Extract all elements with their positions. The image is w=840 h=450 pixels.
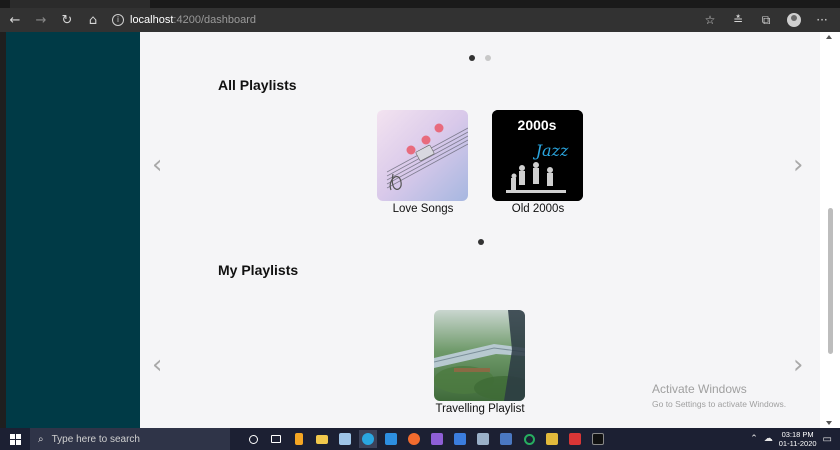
screen: ← → ↻ ⌂ i localhost:4200/dashboard ☆ ≛ ⧉… — [0, 0, 840, 450]
dashboard-content: All Playlists ‹ › Love Songs 2000s Jazz … — [140, 32, 820, 428]
watermark-subtitle: Go to Settings to activate Windows. — [652, 399, 787, 409]
url-path: :4200/dashboard — [173, 14, 256, 26]
chrome-ring-icon[interactable] — [520, 430, 538, 448]
travelling-playlist-cover — [434, 310, 525, 401]
start-button[interactable] — [0, 428, 30, 450]
taskbar-apps — [244, 428, 607, 450]
edge-browser-icon[interactable] — [359, 430, 377, 448]
carousel-indicators-middle — [478, 239, 484, 245]
address-bar[interactable]: i localhost:4200/dashboard — [112, 10, 256, 30]
clock-date: 01-11-2020 — [778, 439, 817, 448]
back-arrow-icon[interactable]: ← — [4, 9, 26, 31]
scroll-down-icon[interactable] — [826, 421, 832, 425]
scrollbar-thumb[interactable] — [828, 208, 833, 354]
scroll-up-icon[interactable] — [826, 35, 832, 39]
terminal-icon[interactable] — [589, 430, 607, 448]
tray-expand-icon[interactable]: ⌃ — [750, 434, 758, 444]
visual-studio-icon[interactable] — [428, 430, 446, 448]
carousel-next-icon[interactable]: › — [793, 352, 803, 378]
azure-data-studio-icon[interactable] — [451, 430, 469, 448]
carousel-indicators-top — [469, 55, 491, 61]
taskbar-search[interactable]: ⌕ Type here to search — [30, 428, 230, 450]
my-playlists-title: My Playlists — [218, 262, 299, 278]
pdf-reader-icon[interactable] — [566, 430, 584, 448]
carousel-dot-active[interactable] — [469, 55, 475, 61]
clock-time: 03:18 PM — [781, 430, 814, 439]
taskbar-search-placeholder: Type here to search — [51, 433, 140, 445]
sidebar — [6, 32, 140, 428]
carousel-prev-icon[interactable]: ‹ — [152, 352, 162, 378]
cortana-icon[interactable] — [244, 430, 262, 448]
taskbar-clock[interactable]: 03:18 PM 01-11-2020 — [779, 430, 817, 448]
browser-toolbar: ← → ↻ ⌂ i localhost:4200/dashboard ☆ ≛ ⧉… — [0, 8, 840, 32]
browser-toolbar-right: ☆ ≛ ⧉ ··· — [698, 8, 834, 32]
old-2000s-cover: 2000s Jazz — [492, 110, 583, 201]
search-icon: ⌕ — [38, 433, 44, 445]
favorites-list-icon[interactable]: ≛ — [726, 9, 750, 31]
profile-avatar[interactable] — [782, 9, 806, 31]
watermark-title: Activate Windows — [652, 382, 747, 396]
cover-year-text: 2000s — [518, 117, 557, 133]
playlist-card-travelling[interactable]: Travelling Playlist — [434, 310, 526, 415]
notifications-icon[interactable]: ▭ — [823, 434, 832, 445]
notepad-plus-icon[interactable] — [336, 430, 354, 448]
browser-tab[interactable] — [10, 0, 150, 8]
url-host: localhost — [130, 14, 174, 26]
home-icon[interactable]: ⌂ — [82, 9, 104, 31]
love-songs-cover — [377, 110, 468, 201]
windows-taskbar: ⌕ Type here to search ⌃ ☁ 03:18 PM 01-11… — [0, 428, 840, 450]
playlist-label: Travelling Playlist — [435, 403, 525, 415]
carousel-prev-icon[interactable]: ‹ — [152, 152, 162, 178]
word-app-icon[interactable] — [497, 430, 515, 448]
playlist-label: Old 2000s — [511, 203, 565, 215]
snipping-tool-icon[interactable] — [474, 430, 492, 448]
more-menu-icon[interactable]: ··· — [810, 9, 834, 31]
cover-jazz-text: Jazz — [533, 141, 569, 160]
carousel-dot-active[interactable] — [478, 239, 484, 245]
firefox-icon[interactable] — [405, 430, 423, 448]
forward-arrow-icon[interactable]: → — [30, 9, 52, 31]
playlist-label: Love Songs — [392, 203, 454, 215]
carousel-next-icon[interactable]: › — [793, 152, 803, 178]
activate-windows-watermark: Activate Windows Go to Settings to activ… — [652, 382, 786, 409]
playlist-card-love-songs[interactable]: Love Songs — [377, 110, 469, 215]
vscode-icon[interactable] — [382, 430, 400, 448]
refresh-icon[interactable]: ↻ — [56, 9, 78, 31]
system-tray: ⌃ ☁ 03:18 PM 01-11-2020 ▭ — [750, 428, 840, 450]
sticky-notes-icon[interactable] — [543, 430, 561, 448]
all-playlists-title: All Playlists — [218, 77, 297, 93]
carousel-dot[interactable] — [485, 55, 491, 61]
playlist-card-old-2000s[interactable]: 2000s Jazz Old 2000s — [492, 110, 584, 215]
windows-logo-icon — [9, 433, 21, 445]
cloud-icon[interactable]: ☁ — [764, 434, 773, 444]
vertical-scrollbar[interactable] — [820, 32, 840, 428]
browser-viewport: All Playlists ‹ › Love Songs 2000s Jazz … — [0, 32, 840, 428]
collections-icon[interactable]: ⧉ — [754, 9, 778, 31]
favorite-star-icon[interactable]: ☆ — [698, 9, 722, 31]
browser-titlebar — [0, 0, 840, 8]
task-view-icon[interactable] — [267, 430, 285, 448]
sublime-text-icon[interactable] — [290, 430, 308, 448]
site-info-icon[interactable]: i — [112, 14, 124, 26]
file-explorer-icon[interactable] — [313, 430, 331, 448]
